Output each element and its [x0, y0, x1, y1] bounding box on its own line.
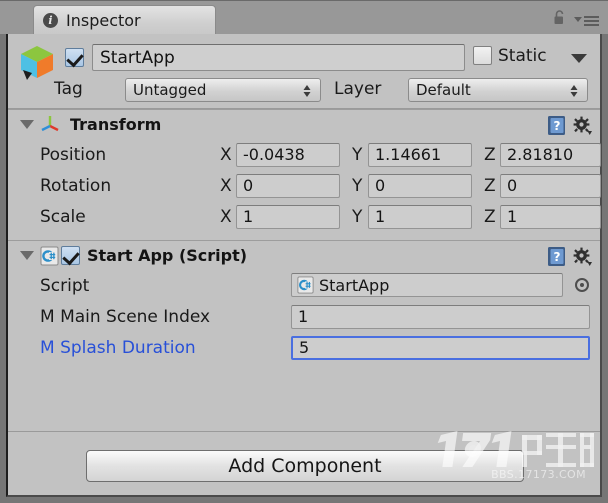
foldout-expanded-icon[interactable] [20, 251, 34, 260]
tab-inspector-label: Inspector [66, 11, 141, 30]
transform-header-actions: ? [547, 115, 592, 136]
start-app-row-script: Script StartApp [8, 270, 600, 301]
axis-x-label: X [220, 206, 232, 227]
static-checkbox[interactable] [473, 46, 492, 65]
script-object-value: StartApp [319, 275, 390, 295]
static-label: Static [498, 46, 547, 66]
gear-icon[interactable] [573, 116, 592, 135]
csharp-script-icon [40, 246, 59, 266]
svg-text:?: ? [554, 250, 561, 264]
gameobject-name-input[interactable]: StartApp [92, 44, 465, 71]
gameobject-name-value: StartApp [100, 47, 175, 68]
splash-duration-input[interactable]: 5 [291, 335, 590, 360]
layer-dropdown[interactable]: Default [408, 78, 588, 102]
axis-z-label: Z [484, 175, 496, 196]
layer-value: Default [416, 81, 471, 99]
position-x-input[interactable]: -0.0438 [236, 142, 340, 167]
transform-row-scale: Scale X 1 Y 1 Z 1 [8, 201, 601, 232]
help-book-icon[interactable]: ? [547, 115, 566, 136]
inspector-body: StartApp Static Tag Untagged Layer Defau… [6, 34, 602, 497]
script-label: Script [40, 275, 90, 296]
tab-inspector[interactable]: i Inspector [33, 5, 216, 35]
axis-z-label: Z [484, 144, 496, 165]
foldout-expanded-icon[interactable] [20, 120, 34, 129]
gameobject-enabled-checkbox[interactable] [65, 48, 84, 67]
rotation-x-input[interactable]: 0 [236, 173, 340, 198]
updown-arrows-icon [303, 83, 311, 99]
axis-y-label: Y [352, 144, 363, 165]
axis-x-label: X [220, 175, 232, 196]
rotation-z-input[interactable]: 0 [500, 173, 601, 198]
start-app-header[interactable]: Start App (Script) ? [8, 240, 600, 270]
prefab-cube-icon [16, 42, 58, 84]
transform-title: Transform [70, 115, 162, 134]
script-object-field[interactable]: StartApp [291, 273, 563, 297]
position-label: Position [40, 144, 107, 165]
inspector-tabbar: i Inspector [0, 0, 608, 35]
chevron-down-icon[interactable] [571, 54, 587, 63]
tag-dropdown[interactable]: Untagged [125, 78, 321, 102]
rotation-y-input[interactable]: 0 [368, 173, 472, 198]
add-component-label: Add Component [228, 455, 382, 477]
transform-row-position: Position X -0.0438 Y 1.14661 Z 2.81810 [8, 139, 601, 170]
tag-label: Tag [54, 79, 83, 99]
info-circle-icon: i [43, 13, 58, 28]
start-app-row-main-scene-index: M Main Scene Index 1 [8, 301, 600, 332]
inspector-window: i Inspector StartApp Static Tag Untagged… [0, 0, 608, 503]
rotation-label: Rotation [40, 175, 112, 196]
position-y-input[interactable]: 1.14661 [368, 142, 472, 167]
layer-label: Layer [334, 79, 382, 99]
scale-y-input[interactable]: 1 [368, 204, 472, 229]
component-transform: Transform ? Position X -0.0438 Y 1.14661… [8, 109, 601, 240]
scale-x-input[interactable]: 1 [236, 204, 340, 229]
main-scene-index-input[interactable]: 1 [291, 304, 590, 329]
tag-value: Untagged [133, 81, 207, 99]
svg-text:?: ? [554, 119, 561, 133]
main-scene-index-label: M Main Scene Index [40, 306, 211, 327]
gear-icon[interactable] [573, 247, 592, 266]
start-app-header-actions: ? [547, 246, 592, 267]
help-book-icon[interactable]: ? [547, 246, 566, 267]
inspector-footer: Add Component [8, 431, 600, 495]
add-component-button[interactable]: Add Component [86, 450, 524, 482]
start-app-row-splash-duration: M Splash Duration 5 [8, 332, 600, 363]
updown-arrows-icon [570, 83, 578, 99]
axis-y-label: Y [352, 206, 363, 227]
start-app-enabled-checkbox[interactable] [61, 246, 80, 265]
object-picker-icon[interactable] [575, 278, 589, 292]
axis-y-label: Y [352, 175, 363, 196]
component-start-app: Start App (Script) ? Script StartApp M M… [8, 240, 600, 373]
scale-z-input[interactable]: 1 [500, 204, 601, 229]
transform-header[interactable]: Transform ? [8, 109, 600, 139]
transform-row-rotation: Rotation X 0 Y 0 Z 0 [8, 170, 601, 201]
axis-x-label: X [220, 144, 232, 165]
axis-z-label: Z [484, 206, 496, 227]
hamburger-menu-icon[interactable] [574, 12, 599, 26]
scale-label: Scale [40, 206, 86, 227]
lock-open-icon[interactable] [553, 10, 566, 25]
gameobject-header: StartApp Static Tag Untagged Layer Defau… [8, 34, 600, 109]
position-z-input[interactable]: 2.81810 [500, 142, 601, 167]
start-app-title: Start App (Script) [87, 246, 248, 265]
csharp-script-icon [297, 276, 314, 294]
splash-duration-label: M Splash Duration [40, 337, 196, 358]
transform-gizmo-icon [40, 113, 60, 137]
